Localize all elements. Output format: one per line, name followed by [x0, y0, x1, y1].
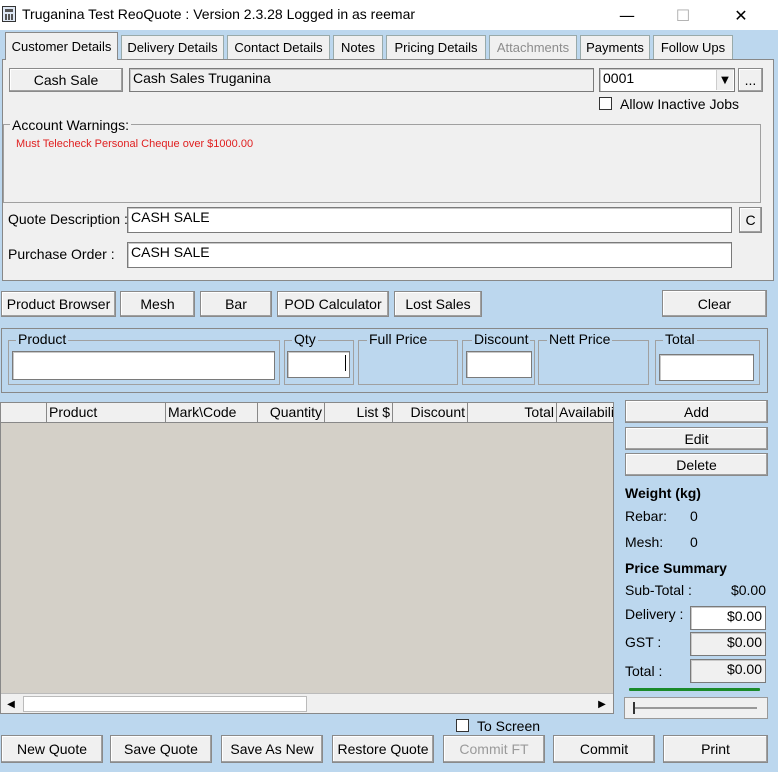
- add-line-button[interactable]: Add: [625, 400, 768, 423]
- cash-sale-button[interactable]: Cash Sale: [9, 68, 123, 92]
- grid-header: Product Mark\Code Quantity List $ Discou…: [1, 403, 613, 423]
- tab-notes[interactable]: Notes: [333, 35, 383, 59]
- column-header-availability[interactable]: Availabilit: [557, 403, 613, 422]
- close-button[interactable]: ✕: [712, 0, 770, 30]
- commit-button[interactable]: Commit: [553, 735, 655, 763]
- tab-attachments[interactable]: Attachments: [489, 35, 577, 59]
- weight-title: Weight (kg): [625, 485, 701, 501]
- qty-input[interactable]: [287, 351, 350, 378]
- quote-description-label: Quote Description :: [8, 211, 128, 227]
- lost-sales-button[interactable]: Lost Sales: [394, 291, 482, 317]
- subtotal-value: $0.00: [730, 582, 766, 598]
- column-header-selector: [1, 403, 47, 422]
- tab-contact-details[interactable]: Contact Details: [227, 35, 330, 59]
- to-screen-checkbox[interactable]: [456, 719, 469, 732]
- minimize-button[interactable]: —: [598, 0, 656, 30]
- tab-delivery-details[interactable]: Delivery Details: [121, 35, 224, 59]
- product-input[interactable]: [12, 351, 275, 380]
- text-cursor: [345, 355, 346, 371]
- mesh-weight-value: 0: [690, 534, 698, 550]
- chevron-down-icon[interactable]: ▼: [716, 70, 733, 90]
- qty-label: Qty: [292, 331, 318, 347]
- job-number-select[interactable]: 0001: [599, 68, 735, 92]
- horizontal-scrollbar[interactable]: ◀ ▶: [1, 693, 613, 713]
- product-browser-button[interactable]: Product Browser: [1, 291, 116, 317]
- zoom-slider[interactable]: [624, 697, 768, 719]
- column-header-product[interactable]: Product: [47, 403, 166, 422]
- discount-input[interactable]: [466, 351, 532, 378]
- edit-line-button[interactable]: Edit: [625, 427, 768, 450]
- tab-pricing-details[interactable]: Pricing Details: [386, 35, 486, 59]
- scroll-thumb[interactable]: [23, 696, 307, 712]
- quote-description-input[interactable]: CASH SALE: [127, 207, 732, 233]
- clear-button[interactable]: Clear: [662, 290, 767, 317]
- slider-handle[interactable]: [633, 702, 635, 714]
- full-price-label: Full Price: [367, 331, 430, 347]
- window-title: Truganina Test ReoQuote : Version 2.3.28…: [22, 6, 416, 22]
- customer-name-field[interactable]: Cash Sales Truganina: [129, 68, 594, 92]
- account-warnings-label: Account Warnings:: [10, 117, 131, 133]
- c-button[interactable]: C: [739, 207, 762, 233]
- column-header-mark-code[interactable]: Mark\Code: [166, 403, 258, 422]
- mesh-label: Mesh:: [625, 534, 664, 550]
- gst-label: GST :: [625, 634, 662, 650]
- column-header-total[interactable]: Total: [468, 403, 557, 422]
- account-warnings-group: [3, 124, 761, 203]
- purchase-order-input[interactable]: CASH SALE: [127, 242, 732, 268]
- scroll-right-icon[interactable]: ▶: [593, 695, 611, 713]
- delivery-input[interactable]: $0.00: [690, 606, 766, 630]
- total-label: Total: [663, 331, 697, 347]
- purchase-order-label: Purchase Order :: [8, 246, 115, 262]
- tab-payments[interactable]: Payments: [580, 35, 650, 59]
- calculator-icon: [2, 6, 16, 22]
- column-header-discount[interactable]: Discount: [393, 403, 468, 422]
- save-quote-button[interactable]: Save Quote: [110, 735, 212, 763]
- scroll-left-icon[interactable]: ◀: [2, 695, 20, 713]
- rebar-label: Rebar:: [625, 508, 668, 524]
- tab-customer-details[interactable]: Customer Details: [5, 32, 118, 60]
- total-summary-label: Total :: [625, 663, 663, 679]
- gst-value: $0.00: [690, 632, 766, 656]
- rebar-weight-value: 0: [690, 508, 698, 524]
- mesh-button[interactable]: Mesh: [120, 291, 195, 317]
- allow-inactive-jobs-checkbox[interactable]: [599, 97, 612, 110]
- tab-follow-ups[interactable]: Follow Ups: [653, 35, 733, 59]
- job-number-value: 0001: [603, 70, 635, 86]
- quote-lines-grid[interactable]: Product Mark\Code Quantity List $ Discou…: [0, 402, 614, 714]
- bar-button[interactable]: Bar: [200, 291, 272, 317]
- maximize-button[interactable]: ☐: [654, 0, 712, 30]
- allow-inactive-jobs-label: Allow Inactive Jobs: [620, 96, 740, 112]
- subtotal-label: Sub-Total :: [625, 582, 692, 598]
- new-quote-button[interactable]: New Quote: [1, 735, 103, 763]
- column-header-list-price[interactable]: List $: [325, 403, 393, 422]
- delete-line-button[interactable]: Delete: [625, 453, 768, 476]
- to-screen-label: To Screen: [477, 718, 541, 734]
- save-as-new-button[interactable]: Save As New: [221, 735, 323, 763]
- column-header-quantity[interactable]: Quantity: [258, 403, 325, 422]
- total-input[interactable]: [659, 354, 754, 381]
- title-bar: Truganina Test ReoQuote : Version 2.3.28…: [0, 0, 778, 30]
- restore-quote-button[interactable]: Restore Quote: [332, 735, 434, 763]
- price-summary-title: Price Summary: [625, 560, 727, 576]
- print-button[interactable]: Print: [663, 735, 768, 763]
- commit-ft-button[interactable]: Commit FT: [443, 735, 545, 763]
- browse-job-button[interactable]: ...: [738, 68, 763, 92]
- nett-price-label: Nett Price: [547, 331, 613, 347]
- pod-calculator-button[interactable]: POD Calculator: [277, 291, 389, 317]
- progress-bar: [629, 688, 760, 691]
- slider-track: [633, 707, 757, 709]
- account-warning-text: Must Telecheck Personal Cheque over $100…: [16, 138, 254, 150]
- total-summary-value: $0.00: [690, 659, 766, 683]
- discount-label: Discount: [472, 331, 531, 347]
- product-label: Product: [16, 331, 69, 347]
- delivery-label: Delivery :: [625, 606, 684, 622]
